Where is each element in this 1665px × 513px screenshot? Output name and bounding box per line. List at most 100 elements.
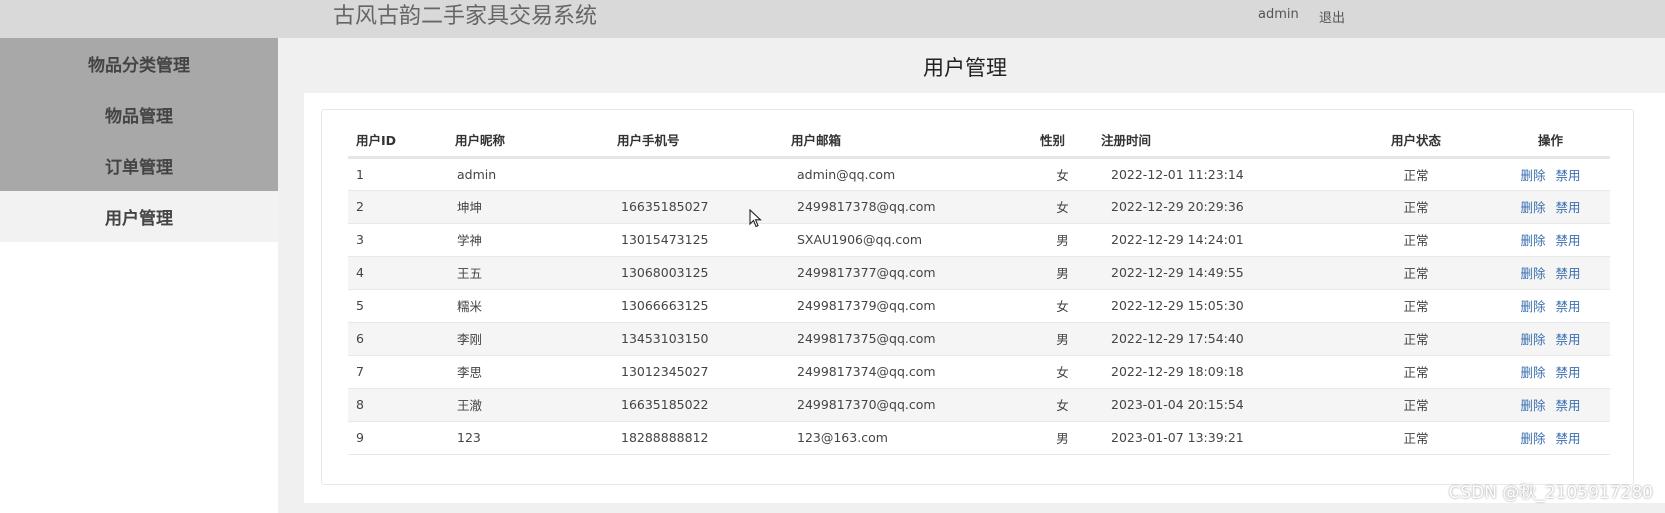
- delete-user-link[interactable]: 删除: [1520, 332, 1545, 347]
- cell-id: 9: [348, 421, 447, 455]
- delete-user-link[interactable]: 删除: [1520, 168, 1545, 183]
- cell-status: 正常: [1341, 223, 1491, 257]
- cell-email: 2499817370@qq.com: [783, 388, 1032, 422]
- cell-register-time: 2022-12-29 18:09:18: [1093, 355, 1341, 389]
- col-header-phone: 用户手机号: [609, 124, 783, 159]
- cell-sex: 男: [1032, 421, 1093, 455]
- cell-email: SXAU1906@qq.com: [783, 223, 1032, 257]
- cell-id: 6: [348, 322, 447, 356]
- cell-status: 正常: [1341, 256, 1491, 290]
- sidebar-item-category[interactable]: 物品分类管理: [0, 38, 278, 89]
- content-panel: 用户ID 用户昵称 用户手机号 用户邮箱 性别 注册时间 用户状态 操作 1 ad…: [304, 93, 1665, 503]
- cell-sex: 女: [1032, 190, 1093, 224]
- cell-id: 5: [348, 289, 447, 323]
- cell-actions: 删除 禁用: [1491, 289, 1610, 323]
- cell-actions: 删除 禁用: [1491, 256, 1610, 290]
- cell-nickname: 123: [447, 421, 609, 455]
- sidebar-item-goods[interactable]: 物品管理: [0, 89, 278, 140]
- table-row: 8 王澈 16635185022 2499817370@qq.com 女 2023-01-…: [348, 388, 1610, 422]
- cell-phone: 13066663125: [609, 289, 783, 323]
- cell-sex: 男: [1032, 223, 1093, 257]
- main-content: 用户管理 用户ID 用户昵称 用户手机号 用户邮箱 性别 注册时间 用户状态 操…: [278, 38, 1665, 513]
- delete-user-link[interactable]: 删除: [1520, 233, 1545, 248]
- cell-status: 正常: [1341, 157, 1491, 191]
- sidebar-item-label: 物品管理: [105, 107, 173, 127]
- delete-user-link[interactable]: 删除: [1520, 299, 1545, 314]
- delete-user-link[interactable]: 删除: [1520, 200, 1545, 215]
- sidebar-item-users[interactable]: 用户管理: [0, 191, 278, 242]
- cell-nickname: 李思: [447, 355, 609, 389]
- disable-user-link[interactable]: 禁用: [1556, 431, 1581, 446]
- user-table: 用户ID 用户昵称 用户手机号 用户邮箱 性别 注册时间 用户状态 操作 1 ad…: [348, 124, 1610, 455]
- cell-actions: 删除 禁用: [1491, 223, 1610, 257]
- disable-user-link[interactable]: 禁用: [1556, 398, 1581, 413]
- sidebar-item-label: 物品分类管理: [88, 56, 190, 76]
- cell-nickname: 王五: [447, 256, 609, 290]
- cell-register-time: 2022-12-29 14:49:55: [1093, 256, 1341, 290]
- cell-register-time: 2022-12-29 20:29:36: [1093, 190, 1341, 224]
- cell-status: 正常: [1341, 190, 1491, 224]
- cell-sex: 女: [1032, 289, 1093, 323]
- delete-user-link[interactable]: 删除: [1520, 398, 1545, 413]
- disable-user-link[interactable]: 禁用: [1556, 332, 1581, 347]
- cell-register-time: 2022-12-29 15:05:30: [1093, 289, 1341, 323]
- cell-phone: 18288888812: [609, 421, 783, 455]
- delete-user-link[interactable]: 删除: [1520, 431, 1545, 446]
- col-header-email: 用户邮箱: [783, 124, 1032, 159]
- cell-nickname: 王澈: [447, 388, 609, 422]
- cell-sex: 男: [1032, 322, 1093, 356]
- cell-email: 2499817374@qq.com: [783, 355, 1032, 389]
- table-row: 5 糯米 13066663125 2499817379@qq.com 女 2022-12-…: [348, 289, 1610, 323]
- cell-register-time: 2023-01-04 20:15:54: [1093, 388, 1341, 422]
- cell-phone: 13012345027: [609, 355, 783, 389]
- current-user[interactable]: admin: [1258, 7, 1299, 22]
- table-row: 6 李刚 13453103150 2499817375@qq.com 男 2022-12-…: [348, 322, 1610, 356]
- cell-sex: 女: [1032, 157, 1093, 191]
- table-row: 2 坤坤 16635185027 2499817378@qq.com 女 2022-12-…: [348, 190, 1610, 224]
- cell-email: 2499817378@qq.com: [783, 190, 1032, 224]
- cell-actions: 删除 禁用: [1491, 322, 1610, 356]
- table-row: 7 李思 13012345027 2499817374@qq.com 女 2022-12-…: [348, 355, 1610, 389]
- disable-user-link[interactable]: 禁用: [1556, 365, 1581, 380]
- sidebar-item-orders[interactable]: 订单管理: [0, 140, 278, 191]
- cell-nickname: 坤坤: [447, 190, 609, 224]
- delete-user-link[interactable]: 删除: [1520, 365, 1545, 380]
- mouse-cursor-icon: [749, 209, 762, 228]
- app-title: 古风古韵二手家具交易系统: [333, 4, 598, 29]
- cell-status: 正常: [1341, 289, 1491, 323]
- delete-user-link[interactable]: 删除: [1520, 266, 1545, 281]
- table-row: 1 admin admin@qq.com 女 2022-12-01 11:23:14 正常…: [348, 157, 1610, 191]
- cell-status: 正常: [1341, 322, 1491, 356]
- cell-email: admin@qq.com: [783, 157, 1032, 191]
- cell-actions: 删除 禁用: [1491, 421, 1610, 455]
- logout-link[interactable]: 退出: [1319, 7, 1345, 26]
- cell-id: 4: [348, 256, 447, 290]
- cell-actions: 删除 禁用: [1491, 355, 1610, 389]
- cell-register-time: 2022-12-01 11:23:14: [1093, 157, 1341, 191]
- disable-user-link[interactable]: 禁用: [1556, 200, 1581, 215]
- cell-email: 2499817375@qq.com: [783, 322, 1032, 356]
- cell-status: 正常: [1341, 421, 1491, 455]
- cell-status: 正常: [1341, 355, 1491, 389]
- cell-status: 正常: [1341, 388, 1491, 422]
- col-header-status: 用户状态: [1341, 124, 1491, 159]
- disable-user-link[interactable]: 禁用: [1556, 299, 1581, 314]
- cell-register-time: 2023-01-07 13:39:21: [1093, 421, 1341, 455]
- table-row: 9 123 18288888812 123@163.com 男 2023-01-07 13…: [348, 421, 1610, 455]
- cell-phone: [609, 157, 783, 191]
- cell-id: 3: [348, 223, 447, 257]
- sidebar-item-label: 用户管理: [105, 209, 173, 229]
- col-header-nickname: 用户昵称: [447, 124, 609, 159]
- cell-email: 2499817379@qq.com: [783, 289, 1032, 323]
- user-table-card: 用户ID 用户昵称 用户手机号 用户邮箱 性别 注册时间 用户状态 操作 1 ad…: [321, 109, 1634, 485]
- disable-user-link[interactable]: 禁用: [1556, 168, 1581, 183]
- cell-register-time: 2022-12-29 17:54:40: [1093, 322, 1341, 356]
- cell-actions: 删除 禁用: [1491, 388, 1610, 422]
- top-bar: 古风古韵二手家具交易系统 admin 退出: [0, 0, 1665, 38]
- disable-user-link[interactable]: 禁用: [1556, 266, 1581, 281]
- sidebar: 物品分类管理 物品管理 订单管理 用户管理: [0, 38, 278, 513]
- disable-user-link[interactable]: 禁用: [1556, 233, 1581, 248]
- cell-sex: 女: [1032, 355, 1093, 389]
- col-header-sex: 性别: [1032, 124, 1093, 159]
- cell-sex: 男: [1032, 256, 1093, 290]
